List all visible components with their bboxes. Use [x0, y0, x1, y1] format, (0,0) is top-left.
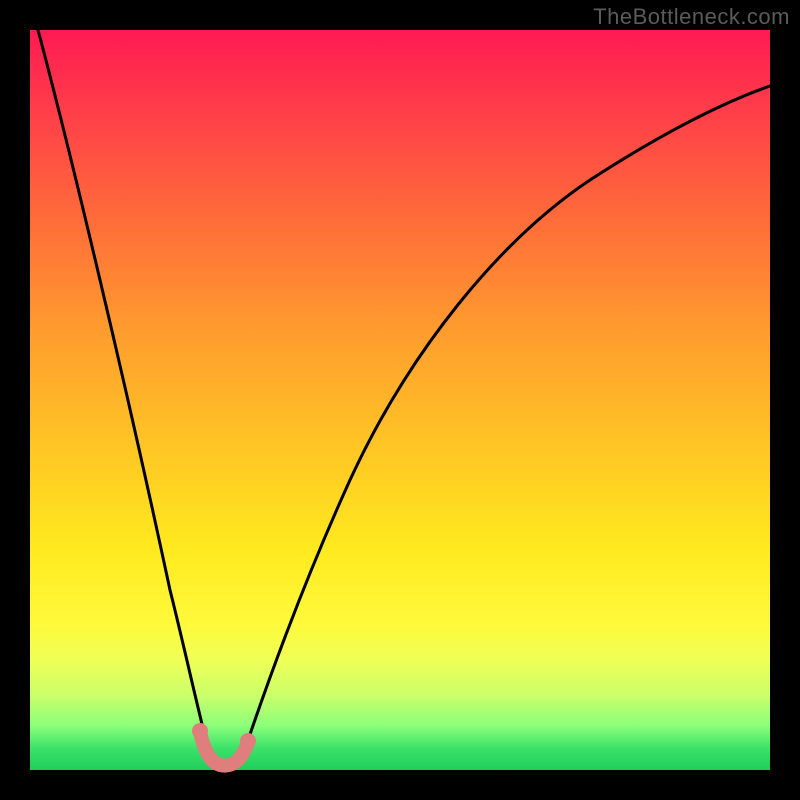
min-marker-dot-left	[192, 723, 208, 739]
bottleneck-curve	[38, 30, 770, 764]
watermark-text: TheBottleneck.com	[593, 4, 790, 30]
plot-area	[30, 30, 770, 770]
curve-svg	[30, 30, 770, 770]
min-marker-dot-right	[240, 733, 256, 749]
min-marker-u	[200, 732, 248, 766]
chart-frame: TheBottleneck.com	[0, 0, 800, 800]
